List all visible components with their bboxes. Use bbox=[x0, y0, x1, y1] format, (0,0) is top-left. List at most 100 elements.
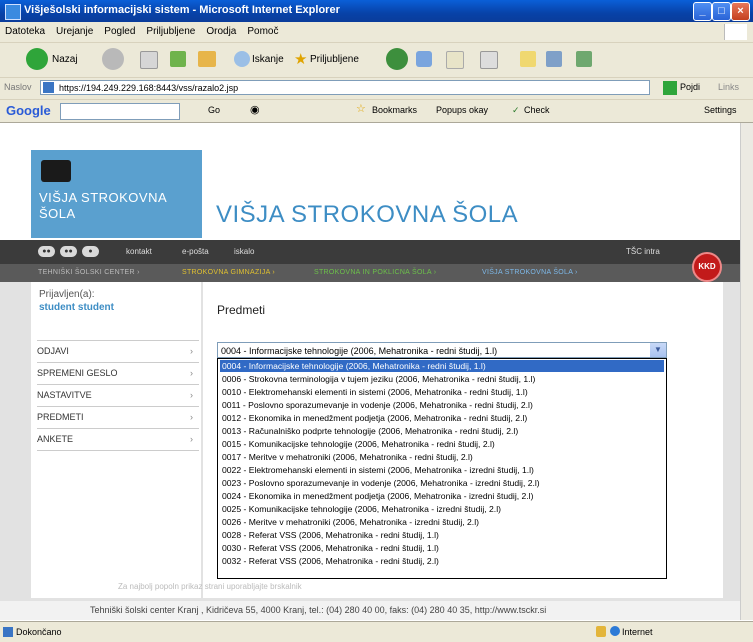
search-button-label[interactable]: Iskanje bbox=[252, 49, 284, 71]
check-icon: ✓ bbox=[512, 105, 520, 115]
subject-option[interactable]: 0015 - Komunikacijske tehnologije (2006,… bbox=[220, 438, 664, 450]
nav-link-eposta[interactable]: e-pošta bbox=[182, 247, 209, 256]
windows-logo-icon bbox=[724, 24, 747, 40]
subject-option[interactable]: 0032 - Referat VSS (2006, Mehatronika - … bbox=[220, 555, 664, 567]
maximize-button[interactable]: □ bbox=[712, 2, 731, 21]
subnav-tsc[interactable]: TEHNIŠKI ŠOLSKI CENTER › bbox=[38, 269, 140, 276]
folder-icon[interactable] bbox=[520, 51, 536, 67]
google-search-input[interactable] bbox=[60, 103, 180, 120]
subject-option[interactable]: 0004 - Informacijske tehnologije (2006, … bbox=[220, 360, 664, 372]
page-scrollbar[interactable] bbox=[740, 123, 753, 620]
subject-option[interactable]: 0012 - Ekonomika in menedžment podjetja … bbox=[220, 412, 664, 424]
chevron-right-icon: › bbox=[190, 368, 193, 378]
menu-view[interactable]: Pogled bbox=[99, 22, 141, 37]
subject-option[interactable]: 0013 - Računalniško podprte tehnologije … bbox=[220, 425, 664, 437]
settings-button[interactable]: Settings bbox=[704, 105, 737, 115]
logo-mark-icon bbox=[41, 160, 71, 182]
subnav-vss[interactable]: VIŠJA STROKOVNA ŠOLA › bbox=[482, 269, 578, 276]
go-button[interactable]: Pojdi bbox=[680, 82, 700, 92]
back-button-label[interactable]: Nazaj bbox=[52, 49, 78, 71]
subject-option[interactable]: 0022 - Elektromehanski elementi in siste… bbox=[220, 464, 664, 476]
minimize-button[interactable]: _ bbox=[693, 2, 712, 21]
go-arrow-icon[interactable] bbox=[663, 81, 677, 95]
kkd-badge[interactable]: KKD bbox=[692, 252, 722, 282]
home-icon[interactable] bbox=[198, 51, 216, 67]
sidebar-item-spremeni-geslo[interactable]: SPREMENI GESLO › bbox=[37, 362, 199, 384]
stop-icon[interactable] bbox=[140, 51, 158, 69]
menu-tools[interactable]: Orodja bbox=[201, 22, 242, 37]
subject-option[interactable]: 0011 - Poslovno sporazumevanje in vodenj… bbox=[220, 399, 664, 411]
subject-option[interactable]: 0026 - Meritve v mehatroniki (2006, Meha… bbox=[220, 516, 664, 528]
address-input[interactable]: https://194.249.229.168:8443/vss/razalo2… bbox=[40, 80, 650, 95]
mail-icon[interactable] bbox=[446, 51, 464, 69]
subject-option[interactable]: 0017 - Meritve v mehatroniki (2006, Meha… bbox=[220, 451, 664, 463]
subject-option[interactable]: 0023 - Poslovno sporazumevanje in vodenj… bbox=[220, 477, 664, 489]
sidebar-item-nastavitve[interactable]: NASTAVITVE › bbox=[37, 384, 199, 406]
google-logo: Google bbox=[6, 103, 51, 118]
chevron-right-icon: › bbox=[190, 390, 193, 400]
sidebar-item-ankete[interactable]: ANKETE › bbox=[37, 428, 199, 451]
menu-favorites[interactable]: Priljubljene bbox=[141, 22, 201, 37]
subject-select-value: 0004 - Informacijske tehnologije (2006, … bbox=[221, 346, 498, 356]
history-icon[interactable] bbox=[416, 51, 432, 67]
nav-link-intra[interactable]: TŠC intra bbox=[626, 247, 660, 256]
browser-note: Za najbolj popoln prikaz strani uporablj… bbox=[118, 582, 302, 591]
forward-icon[interactable] bbox=[102, 48, 124, 70]
menu-file[interactable]: Datoteka bbox=[0, 22, 51, 37]
google-toolbar: Google Go ◉ ☆ Bookmarks Popups okay ✓ Ch… bbox=[0, 100, 753, 123]
address-label: Naslov bbox=[4, 82, 32, 92]
google-go-button[interactable]: Go bbox=[208, 105, 220, 115]
window-title-bar: Višješolski informacijski sistem - Micro… bbox=[0, 0, 753, 22]
print-icon[interactable] bbox=[480, 51, 498, 69]
subject-option[interactable]: 0028 - Referat VSS (2006, Mehatronika - … bbox=[220, 529, 664, 541]
subject-select[interactable]: 0004 - Informacijske tehnologije (2006, … bbox=[217, 342, 667, 358]
sub-nav: TEHNIŠKI ŠOLSKI CENTER › STROKOVNA GIMNA… bbox=[0, 264, 753, 282]
chevron-right-icon: › bbox=[190, 412, 193, 422]
sidebar: Prijavljen(a): student student ODJAVI › S… bbox=[31, 282, 201, 598]
menu-help[interactable]: Pomoč bbox=[242, 22, 284, 37]
popups-button[interactable]: Popups okay bbox=[436, 105, 488, 115]
google-pagerank-icon: ◉ bbox=[250, 104, 260, 116]
menu-bar: Datoteka Urejanje Pogled Priljubljene Orodja… bbox=[0, 22, 753, 43]
refresh-icon[interactable] bbox=[170, 51, 186, 67]
favorites-button-label[interactable]: Priljubljene bbox=[310, 49, 359, 71]
subject-option[interactable]: 0006 - Strokovna terminologija v tujem j… bbox=[220, 373, 664, 385]
site-title: VIŠJA STROKOVNA ŠOLA bbox=[216, 201, 519, 228]
window-title: Višješolski informacijski sistem - Micro… bbox=[24, 4, 340, 16]
links-button[interactable]: Links bbox=[718, 82, 739, 92]
search-icon[interactable] bbox=[234, 51, 250, 67]
nav-link-iskalo[interactable]: iskalo bbox=[234, 247, 254, 256]
nav-pill-3-icon[interactable]: ● bbox=[82, 246, 99, 257]
favorites-icon[interactable]: ★ bbox=[294, 49, 307, 71]
page-icon bbox=[43, 82, 54, 93]
subject-options-list[interactable]: 0004 - Informacijske tehnologije (2006, … bbox=[217, 358, 667, 579]
page-title: Predmeti bbox=[217, 303, 266, 317]
page-content: VIŠJA STROKOVNA ŠOLA VIŠJA STROKOVNA ŠOL… bbox=[0, 123, 753, 620]
media-icon[interactable] bbox=[386, 48, 408, 70]
nav-pill-2-icon[interactable]: ●● bbox=[60, 246, 77, 257]
subnav-poklicna[interactable]: STROKOVNA IN POKLICNA ŠOLA › bbox=[314, 269, 436, 276]
logged-in-label: Prijavljen(a): bbox=[39, 289, 95, 300]
bookmark-star-icon[interactable]: ☆ bbox=[356, 102, 366, 115]
nav-pill-1-icon[interactable]: ●● bbox=[38, 246, 55, 257]
back-icon[interactable] bbox=[26, 48, 48, 70]
subnav-gimnazija[interactable]: STROKOVNA GIMNAZIJA › bbox=[182, 269, 275, 276]
close-button[interactable]: × bbox=[731, 2, 750, 21]
discuss-icon[interactable] bbox=[546, 51, 562, 67]
chevron-down-icon[interactable]: ▼ bbox=[650, 343, 666, 357]
messenger-icon[interactable] bbox=[576, 51, 592, 67]
menu-edit[interactable]: Urejanje bbox=[51, 22, 99, 37]
footer-contact: Tehniški šolski center Kranj , Kidričeva… bbox=[90, 605, 547, 615]
sidebar-item-odjavi[interactable]: ODJAVI › bbox=[37, 340, 199, 362]
subject-option[interactable]: 0024 - Ekonomika in menedžment podjetja … bbox=[220, 490, 664, 502]
bookmarks-button[interactable]: Bookmarks bbox=[372, 105, 417, 115]
check-button[interactable]: Check bbox=[524, 105, 550, 115]
status-text: Dokončano bbox=[16, 627, 62, 637]
subject-option[interactable]: 0030 - Referat VSS (2006, Mehatronika - … bbox=[220, 542, 664, 554]
subject-option[interactable]: 0025 - Komunikacijske tehnologije (2006,… bbox=[220, 503, 664, 515]
page-done-icon bbox=[3, 627, 13, 637]
sidebar-item-predmeti[interactable]: PREDMETI › bbox=[37, 406, 199, 428]
site-footer: Tehniški šolski center Kranj , Kidričeva… bbox=[0, 601, 753, 620]
nav-link-kontakt[interactable]: kontakt bbox=[126, 247, 152, 256]
subject-option[interactable]: 0010 - Elektromehanski elementi in siste… bbox=[220, 386, 664, 398]
